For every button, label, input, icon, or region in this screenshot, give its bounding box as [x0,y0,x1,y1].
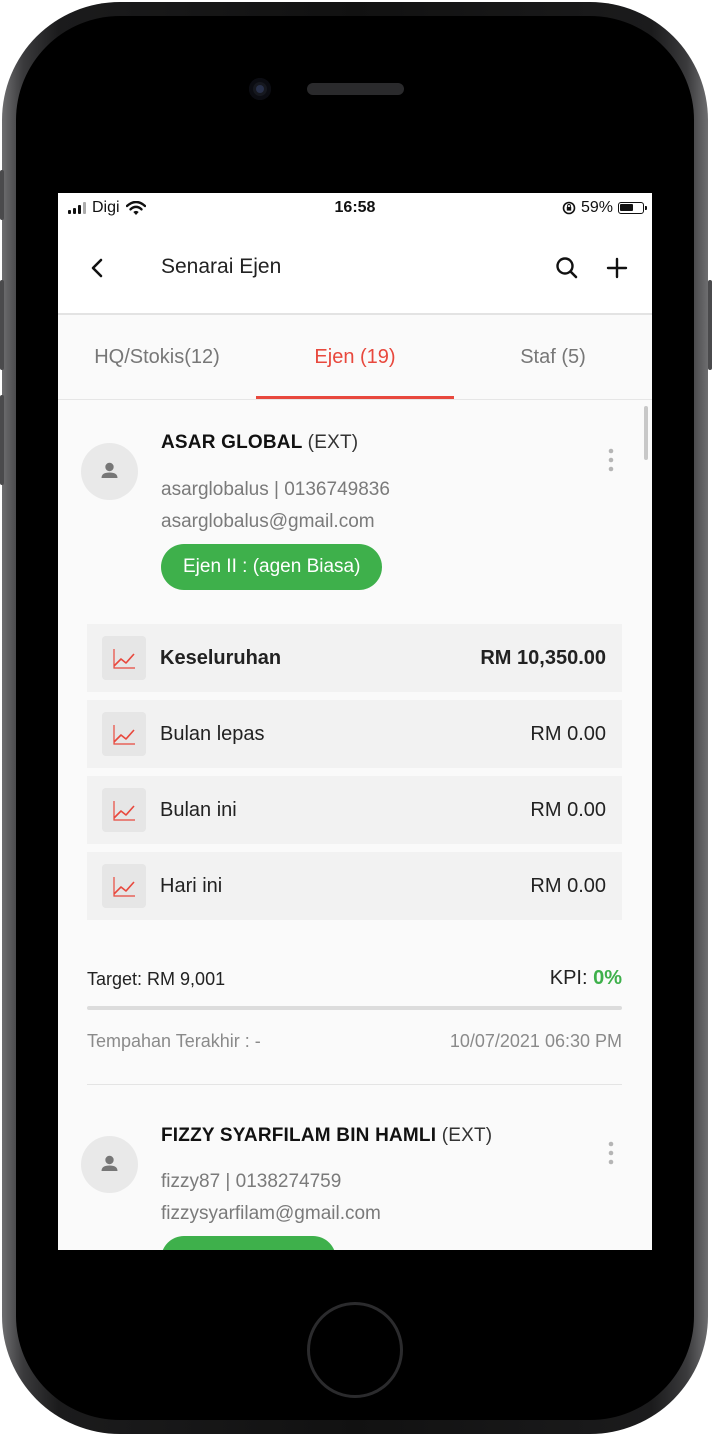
stat-value: RM 0.00 [530,874,606,897]
search-icon[interactable] [553,253,581,283]
target-label: Target: [87,969,143,989]
stat-value: RM 10,350.00 [480,646,606,669]
earpiece-speaker [307,83,404,95]
orientation-lock-icon [562,201,576,215]
agent-email: asarglobalus@gmail.com [161,511,375,532]
tab-hq-stokis[interactable]: HQ/Stokis(12) [58,315,256,399]
agent-tag: (EXT) [441,1125,493,1146]
back-chevron-icon[interactable] [86,253,110,283]
last-order-label: Tempahan Terakhir : - [87,1031,261,1051]
stat-value: RM 0.00 [530,798,606,821]
stat-label: Bulan lepas [160,722,265,745]
agent-name-text: FIZZY SYARFILAM BIN HAMLI [161,1125,437,1146]
side-button [0,170,4,220]
last-order-date: 10/07/2021 06:30 PM [449,1031,622,1051]
battery-icon [618,202,647,214]
more-vertical-icon[interactable] [603,445,619,475]
status-bar: Digi 16:58 59% [58,193,652,223]
kpi-label: KPI: [549,967,588,989]
user-icon [101,1155,118,1171]
kpi-text: KPI: 0% [550,967,622,990]
stat-label: Keseluruhan [160,646,282,669]
agent-level-badge [161,1236,336,1250]
status-right: 59% [562,199,647,217]
agent-card: FIZZY SYARFILAM BIN HAMLI (EXT) fizzy87 … [58,1091,652,1250]
trending-up-icon [102,864,146,908]
app-header: Senarai Ejen [58,223,652,315]
stat-value: RM 0.00 [530,722,606,745]
stat-label: Hari ini [160,874,223,897]
trending-up-icon [102,712,146,756]
trending-up-icon [102,636,146,680]
volume-up-button [0,280,4,370]
trending-up-icon [102,788,146,832]
agent-name-text: ASAR GLOBAL [161,432,303,453]
avatar [81,1136,138,1193]
volume-down-button [0,395,4,485]
stat-row: Bulan lepas RM 0.00 [87,700,622,768]
agent-username-phone: fizzy87 | 0138274759 [161,1171,342,1192]
plus-icon[interactable] [603,253,631,283]
front-camera [249,78,271,100]
stat-label: Bulan ini [160,798,237,821]
agent-level-badge: Ejen II : (agen Biasa) [161,544,383,590]
stat-row: Bulan ini RM 0.00 [87,776,622,844]
agent-email: fizzysyarfilam@gmail.com [161,1203,381,1224]
user-icon [101,462,118,478]
tab-bar: HQ/Stokis(12) Ejen (19) Staf (5) [58,315,652,400]
target-value: RM 9,001 [147,969,226,989]
tab-staf[interactable]: Staf (5) [454,315,652,399]
avatar [81,443,138,500]
battery-percent: 59% [580,199,613,216]
stat-row: Keseluruhan RM 10,350.00 [87,624,622,692]
stat-row: Hari ini RM 0.00 [87,852,622,920]
target-text: Target: RM 9,001 [87,969,225,990]
agent-username-phone: asarglobalus | 0136749836 [161,479,390,500]
page-title: Senarai Ejen [161,255,282,278]
home-button[interactable] [307,1302,403,1398]
card-divider [87,1084,622,1085]
tab-ejen[interactable]: Ejen (19) [256,315,454,399]
more-vertical-icon[interactable] [603,1138,619,1168]
agent-card: ASAR GLOBAL (EXT) asarglobalus | 0136749… [58,399,652,1089]
agent-name: FIZZY SYARFILAM BIN HAMLI (EXT) [161,1125,492,1147]
power-button [708,280,712,370]
agent-name: ASAR GLOBAL (EXT) [161,432,358,454]
app-screen: Digi 16:58 59% Senarai Ejen HQ/Stokis(12… [58,193,652,1250]
kpi-value: 0% [593,967,622,989]
agent-tag: (EXT) [307,432,359,453]
kpi-progress-bar [87,1006,622,1010]
